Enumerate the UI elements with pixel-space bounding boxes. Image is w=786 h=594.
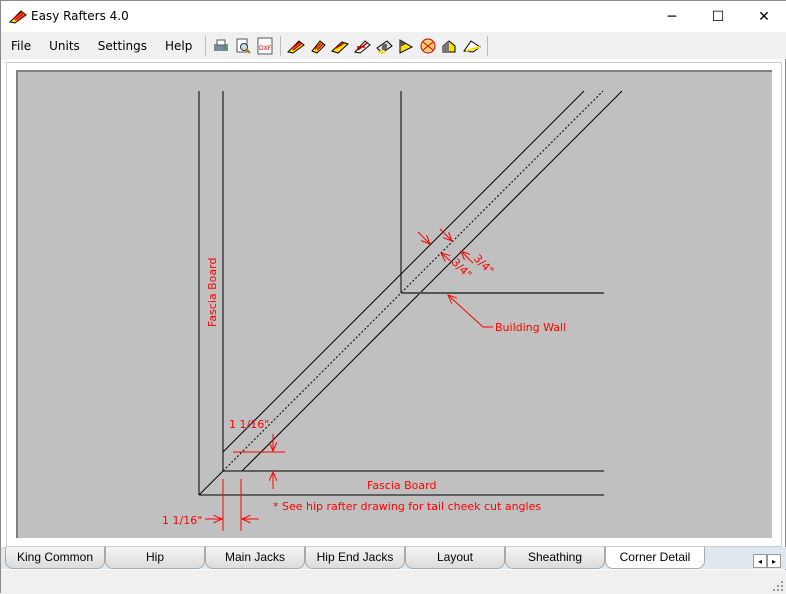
tab-corner-detail[interactable]: Corner Detail [605,547,705,569]
dim-label-3-4-b: 3/4" [471,252,496,277]
arrow-3-4-a [417,231,430,244]
tab-main-jacks[interactable]: Main Jacks [205,547,305,569]
fascia-miter [198,470,224,496]
tab-hip-end-jacks[interactable]: Hip End Jacks [305,547,405,569]
fascia-board-vertical-label: Fascia Board [206,258,219,327]
arrow-3-4-b [439,228,452,241]
corner-detail-drawing: Fascia Board Fascia Board 1 1/16" 1 1/16… [162,90,623,531]
building-wall-label: Building Wall [495,321,566,334]
tab-scroll-left-button[interactable]: ◂ [753,554,767,568]
building-wall-leader [448,295,493,328]
tab-layout[interactable]: Layout [405,547,505,569]
dim-label-bottom: 1 1/16" [162,514,202,527]
tab-scroll: ◂ ▸ [753,554,781,568]
hip-rafter-lower-edge [241,90,623,472]
hip-rafter-centerline [222,90,604,472]
tabs: King Common Hip Main Jacks Hip End Jacks… [5,547,705,569]
tab-hip[interactable]: Hip [105,547,205,569]
resize-grip-icon[interactable] [773,581,783,591]
status-bar [1,570,786,594]
tab-sheathing[interactable]: Sheathing [505,547,605,569]
tab-king-common[interactable]: King Common [5,547,105,569]
hip-rafter-upper-edge [222,90,585,453]
cheek-cut-note: * See hip rafter drawing for tail cheek … [273,500,541,513]
tab-scroll-right-button[interactable]: ▸ [767,554,781,568]
fascia-board-horizontal-label: Fascia Board [367,479,436,492]
dim-label-top: 1 1/16" [229,418,269,431]
